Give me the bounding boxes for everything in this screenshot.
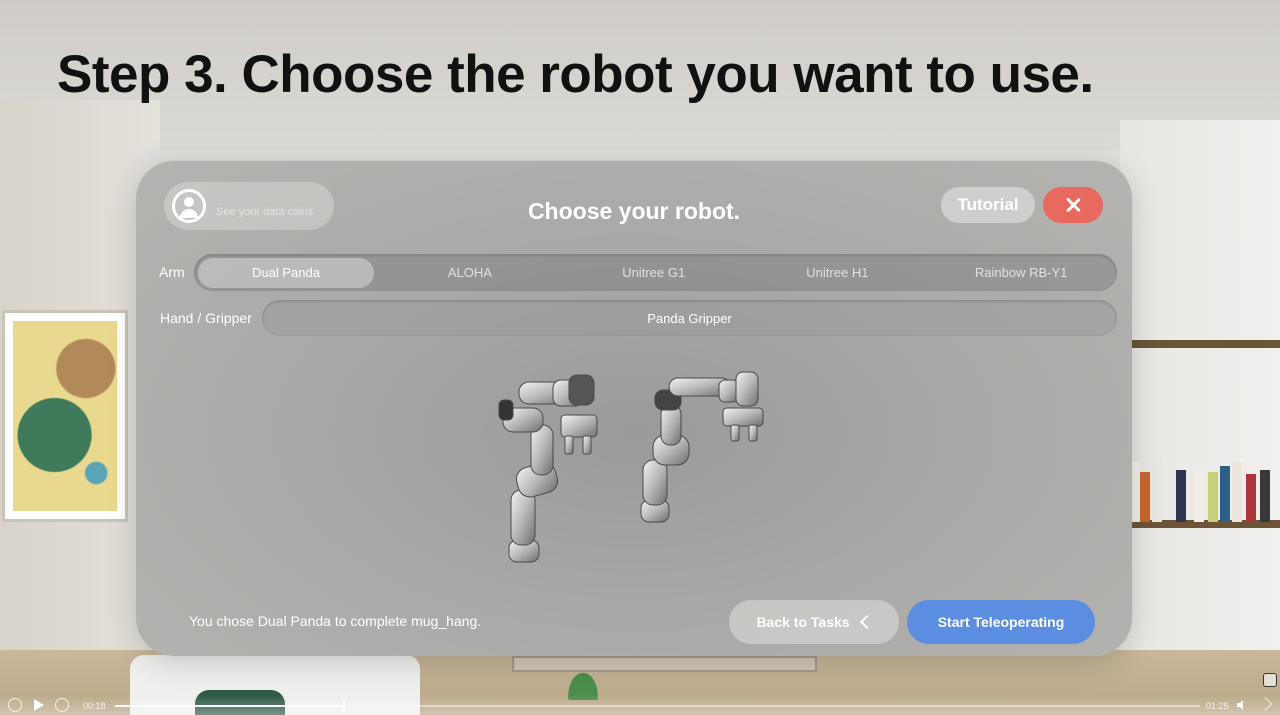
skip-forward-icon[interactable]: [1257, 696, 1273, 712]
gripper-option-panda-gripper[interactable]: Panda Gripper: [262, 300, 1117, 336]
back-to-tasks-label: Back to Tasks: [756, 614, 850, 630]
robot-3d-preview[interactable]: [491, 370, 791, 570]
painting-artwork: [13, 321, 117, 511]
coffee-table: [512, 656, 817, 672]
right-robot-arm: [640, 371, 764, 523]
selection-summary: You chose Dual Panda to complete mug_han…: [189, 613, 482, 629]
video-scrubber[interactable]: [115, 700, 1200, 712]
arm-option-rainbow-rb-y1[interactable]: Rainbow RB-Y1: [929, 258, 1113, 288]
arm-option-aloha[interactable]: ALOHA: [378, 258, 562, 288]
bookshelf-top: [1128, 340, 1280, 348]
step-heading: Step 3. Choose the robot you want to use…: [57, 45, 1094, 104]
video-controls: 00:18 01:25: [0, 695, 1280, 715]
screenshot-icon[interactable]: [1263, 673, 1277, 687]
right-wall: [1120, 120, 1280, 715]
fast-forward-icon[interactable]: [55, 698, 69, 712]
hand-gripper-label: Hand / Gripper: [160, 310, 252, 326]
back-to-tasks-button[interactable]: Back to Tasks: [729, 600, 899, 644]
plant: [560, 660, 606, 700]
rewind-icon[interactable]: [8, 698, 22, 712]
arm-option-dual-panda[interactable]: Dual Panda: [198, 257, 374, 288]
volume-icon[interactable]: [1236, 699, 1248, 711]
scrubber-handle[interactable]: [342, 700, 345, 712]
arm-option-unitree-g1[interactable]: Unitree G1: [562, 258, 746, 288]
start-teleoperating-button[interactable]: Start Teleoperating: [907, 600, 1095, 644]
current-time: 00:18: [83, 701, 106, 711]
play-icon[interactable]: [34, 699, 44, 711]
books: [1128, 450, 1280, 522]
left-robot-arm: [498, 374, 598, 563]
chevron-left-icon: [859, 614, 874, 630]
arm-segmented-control: Dual Panda ALOHA Unitree G1 Unitree H1 R…: [194, 254, 1117, 291]
robot-selection-panel: See your data coins Choose your robot. T…: [136, 160, 1132, 656]
tutorial-button[interactable]: Tutorial: [941, 187, 1035, 223]
wall-painting: [2, 310, 128, 522]
close-icon: [1065, 197, 1081, 213]
scrubber-progress: [115, 705, 343, 707]
arm-option-unitree-h1[interactable]: Unitree H1: [746, 258, 930, 288]
total-time: 01:25: [1206, 701, 1229, 711]
arm-label: Arm: [159, 264, 185, 280]
close-button[interactable]: [1043, 187, 1103, 223]
